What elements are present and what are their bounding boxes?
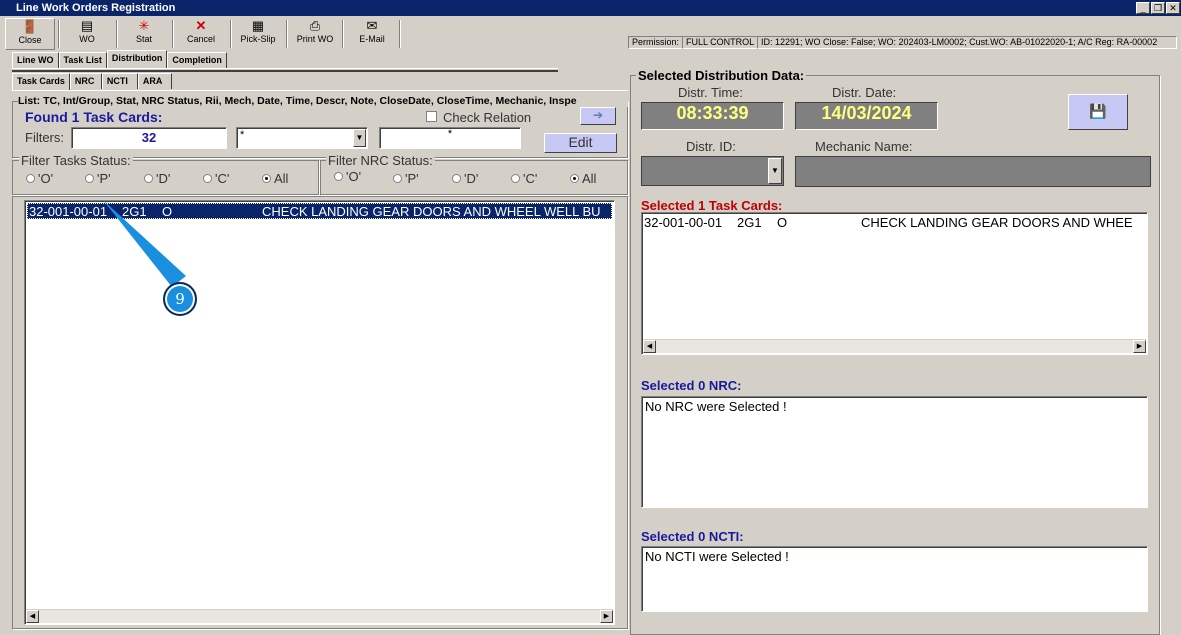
nrc-status-all[interactable]: All [570, 171, 596, 186]
date-label: Distr. Date: [832, 85, 897, 100]
selected-task-cards-list[interactable]: 32-001-00-01 2G1 O CHECK LANDING GEAR DOORS… [641, 212, 1148, 355]
list-caption: List: TC, Int/Group, Stat, NRC Status, R… [18, 95, 628, 107]
mechanic-name-label: Mechanic Name: [815, 139, 913, 154]
scroll-left-icon: ◀ [643, 340, 656, 353]
selected-nrc-list[interactable]: No NRC were Selected ! [641, 396, 1148, 508]
permission-label: Permission: [628, 36, 684, 49]
window-title: Line Work Orders Registration [16, 2, 176, 14]
nrc-status-o[interactable]: 'O' [334, 169, 361, 184]
nrc-status-label: Filter NRC Status: [326, 153, 435, 168]
list-item[interactable]: 32-001-00-01 2G1 O CHECK LANDING GEAR DOORS… [644, 215, 1144, 231]
selected-ncti-title: Selected 0 NCTI: [641, 529, 744, 544]
filter-tc-input[interactable]: 32 [71, 127, 227, 149]
sub-tabs: Task Cards NRC NCTI ARA [12, 73, 172, 91]
printer-icon: ⎙ [309, 18, 321, 33]
filter-descr-input[interactable]: * [379, 127, 521, 149]
time-label: Distr. Time: [678, 85, 744, 100]
exit-door-icon: 🚪 [21, 19, 39, 34]
scroll-right-icon: ▶ [600, 610, 613, 623]
wo-button[interactable]: ▤ WO [62, 18, 112, 50]
distr-id-label: Distr. ID: [686, 139, 736, 154]
found-count: Found 1 Task Cards: [25, 109, 163, 125]
task-cards-list[interactable]: 32-001-00-01 2G1 O CHECK LANDING GEAR DOORS… [24, 200, 615, 625]
stat-icon: ✳ [138, 18, 150, 33]
distribution-title: Selected Distribution Data: [636, 68, 807, 83]
nrc-empty-text: No NRC were Selected ! [645, 399, 787, 414]
filter-group-select[interactable]: * ▼ [236, 127, 368, 149]
check-relation-checkbox[interactable] [426, 111, 437, 122]
permission-value: FULL CONTROL [682, 36, 759, 49]
arrow-right-icon: ➔ [592, 108, 604, 122]
subtab-ara[interactable]: ARA [137, 73, 172, 89]
task-status-c[interactable]: 'C' [203, 171, 229, 186]
wo-icon: ▤ [80, 18, 94, 33]
distr-date-field: 14/03/2024 [795, 102, 938, 130]
distr-id-select[interactable]: ▼ [641, 156, 784, 186]
pick-slip-icon: ▦ [251, 18, 265, 33]
main-tabs: Line WO Task List Distribution Completio… [12, 50, 227, 68]
selected-task-cards-title: Selected 1 Task Cards: [641, 198, 783, 213]
selected-nrc-title: Selected 0 NRC: [641, 378, 742, 393]
callout-badge: 9 [163, 282, 197, 316]
task-status-all[interactable]: All [262, 171, 288, 186]
print-wo-button[interactable]: ⎙ Print WO [290, 18, 340, 50]
close-button[interactable]: 🚪 Close [5, 18, 55, 50]
floppy-disk-icon: 💾 [1089, 103, 1107, 119]
subtab-ncti[interactable]: NCTI [101, 73, 138, 89]
envelope-icon: ✉ [366, 18, 378, 33]
task-status-d[interactable]: 'D' [144, 171, 170, 186]
task-status-label: Filter Tasks Status: [19, 153, 133, 168]
check-relation-label: Check Relation [443, 110, 532, 125]
task-status-o[interactable]: 'O' [26, 171, 53, 186]
stat-button[interactable]: ✳ Stat [119, 18, 169, 50]
close-window-button[interactable]: ✕ [1166, 2, 1180, 14]
selected-ncti-list[interactable]: No NCTI were Selected ! [641, 546, 1148, 612]
subtab-nrc[interactable]: NRC [69, 73, 102, 89]
nrc-status-d[interactable]: 'D' [452, 171, 478, 186]
filters-label: Filters: [25, 130, 64, 145]
cancel-button[interactable]: ✕ Cancel [176, 18, 226, 50]
pick-slip-button[interactable]: ▦ Pick-Slip [233, 18, 283, 50]
ncti-empty-text: No NCTI were Selected ! [645, 549, 789, 564]
tab-line-wo[interactable]: Line WO [12, 52, 59, 68]
distr-time-field: 08:33:39 [641, 102, 784, 130]
edit-button[interactable]: Edit [544, 133, 617, 153]
cancel-x-icon: ✕ [195, 18, 207, 33]
chevron-down-icon[interactable]: ▼ [768, 158, 782, 184]
email-button[interactable]: ✉ E-Mail [347, 18, 397, 50]
nrc-status-p[interactable]: 'P' [393, 171, 419, 186]
tab-completion[interactable]: Completion [167, 52, 227, 68]
subtab-task-cards[interactable]: Task Cards [12, 73, 70, 91]
nrc-status-c[interactable]: 'C' [511, 171, 537, 186]
arrow-right-button[interactable]: ➔ [580, 107, 616, 125]
horizontal-scrollbar[interactable]: ◀ ▶ [643, 339, 1146, 353]
table-row[interactable]: 32-001-00-01 2G1 O CHECK LANDING GEAR DOORS… [27, 203, 612, 219]
scroll-right-icon: ▶ [1133, 340, 1146, 353]
tab-distribution[interactable]: Distribution [106, 50, 168, 68]
mechanic-name-field[interactable] [795, 156, 1151, 187]
restore-button[interactable]: ❐ [1151, 2, 1165, 14]
wo-info: ID: 12291; WO Close: False; WO: 202403-L… [757, 36, 1177, 49]
title-bar: Line Work Orders Registration [0, 0, 1181, 16]
save-button[interactable]: 💾 [1068, 94, 1128, 130]
task-status-p[interactable]: 'P' [85, 171, 111, 186]
chevron-down-icon[interactable]: ▼ [353, 129, 366, 147]
minimize-button[interactable]: _ [1136, 2, 1150, 14]
tab-task-list[interactable]: Task List [58, 52, 107, 68]
horizontal-scrollbar[interactable]: ◀ ▶ [26, 609, 613, 623]
scroll-left-icon: ◀ [26, 610, 39, 623]
